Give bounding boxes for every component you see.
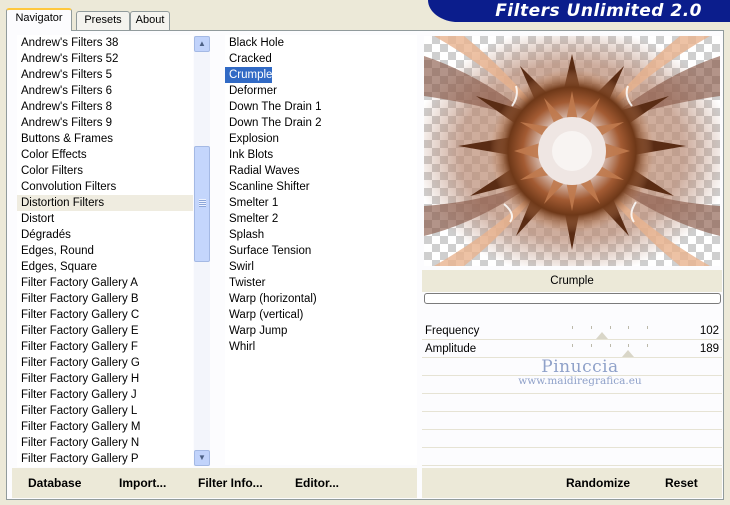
tab-presets[interactable]: Presets (76, 11, 130, 30)
filter-item[interactable]: Swirl (225, 259, 417, 275)
slider-thumb[interactable] (621, 350, 634, 357)
category-item[interactable]: Dégradés (17, 227, 193, 243)
category-item[interactable]: Filter Factory Gallery B (17, 291, 193, 307)
category-item[interactable]: Distortion Filters (17, 195, 193, 211)
category-item[interactable]: Color Effects (17, 147, 193, 163)
filter-item[interactable]: Surface Tension (225, 243, 417, 259)
parameter-row (422, 448, 722, 466)
bottom-toolbar-right: Randomize Reset (422, 468, 722, 498)
category-item[interactable]: Filter Factory Gallery M (17, 419, 193, 435)
filter-item[interactable]: Down The Drain 2 (225, 115, 417, 131)
filter-item[interactable]: Warp Jump (225, 323, 417, 339)
filter-item[interactable]: Down The Drain 1 (225, 99, 417, 115)
parameter-row (422, 394, 722, 412)
slider-tick (572, 344, 573, 347)
parameter-row[interactable]: Frequency 102 (422, 322, 722, 340)
scroll-up-arrow-icon[interactable]: ▲ (194, 36, 210, 52)
editor-button[interactable]: Editor... (295, 476, 339, 490)
category-list[interactable]: Andrew's Filters 38 Andrew's Filters 52 An… (17, 35, 193, 467)
database-button[interactable]: Database (28, 476, 81, 490)
category-item[interactable]: Andrew's Filters 38 (17, 35, 193, 51)
render-progress-bar (424, 293, 721, 304)
active-filter-name: Crumple (422, 270, 722, 292)
slider-tick (590, 344, 592, 347)
scrollbar-grip-icon (199, 199, 206, 207)
category-item[interactable]: Andrew's Filters 6 (17, 83, 193, 99)
parameter-list: Frequency 102 Amplitude 189 (422, 322, 722, 466)
preview-image (424, 36, 720, 266)
watermark: Pinuccia www.maidiregrafica.eu (480, 357, 680, 387)
tab-navigator[interactable]: Navigator (6, 8, 72, 31)
filter-item[interactable]: Warp (horizontal) (225, 291, 417, 307)
slider-tick (590, 326, 592, 329)
filter-item[interactable]: Smelter 2 (225, 211, 417, 227)
filter-item[interactable]: Explosion (225, 131, 417, 147)
preview-crumple-artwork (424, 36, 720, 266)
category-item[interactable]: Filter Factory Gallery A (17, 275, 193, 291)
filter-item[interactable]: Black Hole (225, 35, 417, 51)
slider-tick (628, 326, 630, 329)
filter-item[interactable]: Whirl (225, 339, 417, 355)
filter-list[interactable]: Black Hole Cracked Crumple Deformer Down The… (225, 35, 417, 465)
parameter-slider[interactable] (572, 343, 648, 357)
filter-item[interactable]: Radial Waves (225, 163, 417, 179)
slider-tick (628, 344, 630, 347)
filter-item[interactable]: Smelter 1 (225, 195, 417, 211)
slider-thumb[interactable] (596, 332, 608, 339)
parameter-row[interactable]: Amplitude 189 (422, 340, 722, 358)
watermark-name: Pinuccia (541, 357, 619, 377)
slider-tick (609, 326, 611, 329)
parameter-value: 102 (699, 325, 719, 337)
filter-item[interactable]: Scanline Shifter (225, 179, 417, 195)
slider-tick (609, 344, 611, 347)
parameter-row (422, 412, 722, 430)
slider-tick (647, 344, 648, 347)
category-item[interactable]: Filter Factory Gallery G (17, 355, 193, 371)
category-item[interactable]: Filter Factory Gallery E (17, 323, 193, 339)
reset-button[interactable]: Reset (665, 476, 698, 490)
parameter-name: Frequency (425, 325, 480, 337)
category-item[interactable]: Convolution Filters (17, 179, 193, 195)
slider-tick (572, 326, 573, 329)
category-item[interactable]: Edges, Round (17, 243, 193, 259)
category-item[interactable]: Filter Factory Gallery L (17, 403, 193, 419)
import-button[interactable]: Import... (119, 476, 166, 490)
parameter-slider[interactable] (572, 325, 648, 339)
slider-tick (647, 326, 648, 329)
bottom-toolbar-left: Database Import... Filter Info... Editor… (12, 468, 417, 498)
category-item[interactable]: Andrew's Filters 52 (17, 51, 193, 67)
category-item[interactable]: Filter Factory Gallery P (17, 451, 193, 467)
category-item[interactable]: Buttons & Frames (17, 131, 193, 147)
scrollbar-thumb[interactable] (194, 146, 210, 262)
filter-item[interactable]: Ink Blots (225, 147, 417, 163)
category-item[interactable]: Filter Factory Gallery H (17, 371, 193, 387)
watermark-url: www.maidiregrafica.eu (518, 375, 642, 387)
parameter-name: Amplitude (425, 343, 477, 355)
scroll-down-arrow-icon[interactable]: ▼ (194, 450, 210, 466)
category-item[interactable]: Edges, Square (17, 259, 193, 275)
parameter-value: 189 (699, 343, 719, 355)
randomize-button[interactable]: Randomize (566, 476, 630, 490)
filter-item[interactable]: Cracked (225, 51, 417, 67)
category-item[interactable]: Andrew's Filters 5 (17, 67, 193, 83)
filter-item[interactable]: Twister (225, 275, 417, 291)
filter-item[interactable]: Warp (vertical) (225, 307, 417, 323)
filter-info-button[interactable]: Filter Info... (198, 476, 263, 490)
category-item[interactable]: Filter Factory Gallery C (17, 307, 193, 323)
filter-item[interactable]: Deformer (225, 83, 417, 99)
parameter-row (422, 430, 722, 448)
category-item[interactable]: Color Filters (17, 163, 193, 179)
category-scrollbar[interactable]: ▲ ▼ (194, 36, 210, 466)
app-banner: Filters Unlimited 2.0 (428, 0, 730, 22)
category-item[interactable]: Andrew's Filters 9 (17, 115, 193, 131)
tab-about[interactable]: About (130, 11, 170, 30)
category-item[interactable]: Andrew's Filters 8 (17, 99, 193, 115)
filter-item[interactable]: Splash (225, 227, 417, 243)
filter-item[interactable]: Crumple (225, 67, 273, 83)
category-item[interactable]: Filter Factory Gallery J (17, 387, 193, 403)
category-item[interactable]: Filter Factory Gallery N (17, 435, 193, 451)
category-item[interactable]: Filter Factory Gallery F (17, 339, 193, 355)
category-item[interactable]: Distort (17, 211, 193, 227)
